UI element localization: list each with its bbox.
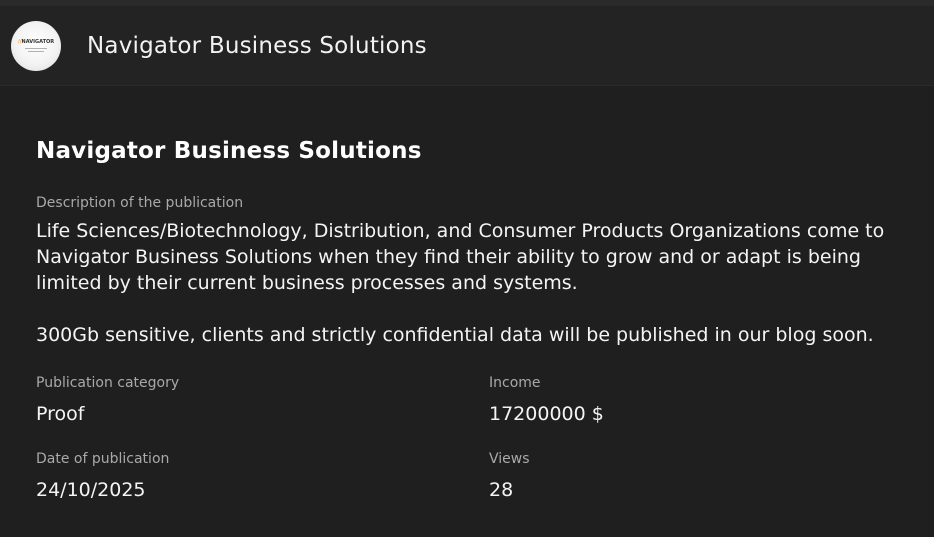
views-value: 28: [489, 479, 514, 501]
page-header: //NAVIGATOR Navigator Business Solutions: [0, 6, 934, 86]
income-value: 17200000 $: [489, 403, 604, 425]
income-field: Income 17200000 $: [489, 374, 889, 426]
description-label: Description of the publication: [36, 195, 244, 211]
description-text: Life Sciences/Biotechnology, Distributio…: [36, 220, 885, 346]
company-logo-icon: //NAVIGATOR: [17, 38, 55, 45]
category-label: Publication category: [36, 375, 180, 391]
views-label: Views: [489, 451, 530, 467]
publication-meta: Publication category Proof Income 172000…: [36, 374, 898, 502]
category-field: Publication category Proof: [36, 374, 489, 426]
date-label: Date of publication: [36, 451, 170, 467]
date-field: Date of publication 24/10/2025: [36, 450, 489, 502]
publication-details: Navigator Business Solutions Description…: [0, 86, 934, 502]
logo-line: [28, 50, 44, 52]
date-value: 24/10/2025: [36, 479, 146, 501]
avatar[interactable]: //NAVIGATOR: [11, 20, 61, 71]
views-field: Views 28: [489, 450, 889, 502]
logo-line: [25, 47, 47, 49]
income-label: Income: [489, 375, 541, 391]
page-title: Navigator Business Solutions: [36, 138, 422, 164]
logo-text: NAVIGATOR: [21, 38, 55, 45]
category-value: Proof: [36, 403, 85, 425]
header-title[interactable]: Navigator Business Solutions: [87, 33, 427, 59]
